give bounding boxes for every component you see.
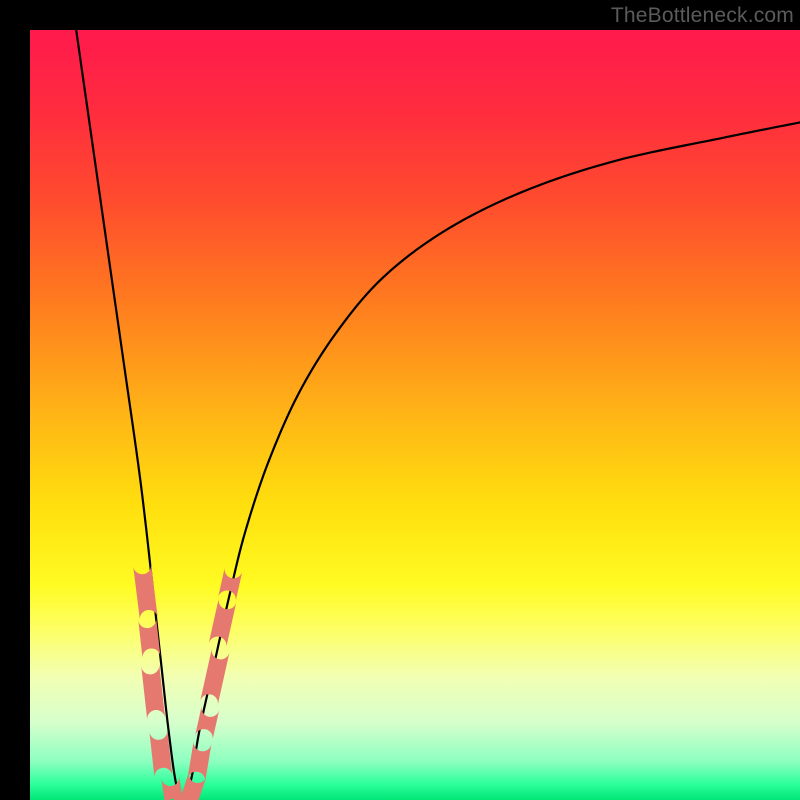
chart-frame: TheBottleneck.com bbox=[0, 0, 800, 800]
watermark-text: TheBottleneck.com bbox=[611, 4, 794, 28]
plot-area bbox=[30, 30, 800, 800]
highlight-markers bbox=[133, 564, 242, 800]
marker-pill bbox=[209, 598, 237, 647]
marker-pill bbox=[133, 564, 158, 620]
bottleneck-curve bbox=[76, 30, 800, 800]
curve-layer bbox=[30, 30, 800, 800]
